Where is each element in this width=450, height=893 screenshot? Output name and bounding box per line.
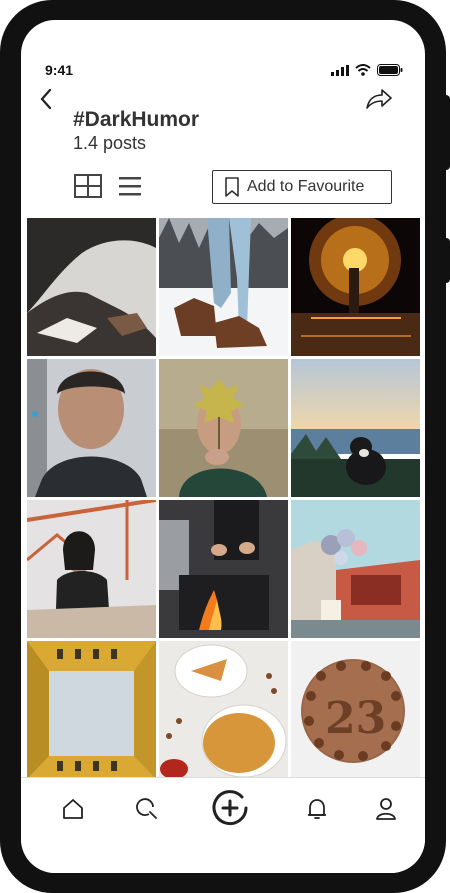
home-icon — [63, 799, 83, 819]
status-bar: 9:41 — [21, 62, 425, 78]
list-icon — [119, 177, 141, 196]
profile-icon — [376, 798, 396, 820]
hashtag-title: #DarkHumor — [73, 108, 200, 131]
post-tile[interactable] — [159, 218, 288, 356]
screen: 9:41 #DarkHumor 1.4 posts Add to Favouri… — [21, 20, 425, 873]
battery-icon — [377, 64, 403, 76]
list-view-toggle[interactable] — [118, 174, 142, 198]
status-time: 9:41 — [45, 62, 74, 78]
wifi-icon — [355, 64, 371, 76]
post-tile[interactable] — [159, 641, 288, 779]
nav-home[interactable] — [57, 793, 89, 825]
nav-profile[interactable] — [370, 793, 402, 825]
notification-bell-icon — [308, 799, 326, 819]
post-tile[interactable] — [27, 359, 156, 497]
grid-icon — [74, 174, 102, 198]
search-icon — [136, 798, 157, 819]
back-button[interactable] — [39, 88, 53, 115]
share-arrow-icon — [366, 89, 392, 109]
bottom-navigation — [21, 777, 425, 873]
nav-search[interactable] — [131, 793, 163, 825]
post-tile[interactable] — [291, 359, 420, 497]
side-button-bottom — [442, 238, 450, 283]
post-tile[interactable]: 23 — [291, 641, 420, 779]
favourite-label: Add to Favourite — [247, 178, 365, 195]
post-tile[interactable] — [159, 500, 288, 638]
post-tile[interactable] — [27, 641, 156, 779]
grid-view-toggle[interactable] — [74, 174, 102, 198]
side-button-top — [442, 95, 450, 170]
nav-add-post[interactable] — [208, 786, 252, 830]
post-tile[interactable] — [159, 359, 288, 497]
post-tile[interactable] — [27, 500, 156, 638]
bookmark-icon — [225, 177, 239, 197]
svg-text:23: 23 — [325, 693, 386, 744]
signal-icon — [331, 64, 349, 76]
posts-count: 1.4 posts — [73, 133, 147, 153]
nav-notifications[interactable] — [301, 793, 333, 825]
chevron-left-icon — [40, 88, 52, 110]
add-post-icon — [212, 790, 248, 826]
share-button[interactable] — [365, 88, 393, 115]
post-tile[interactable] — [291, 218, 420, 356]
post-tile[interactable] — [291, 500, 420, 638]
post-grid: 23 — [27, 218, 420, 781]
post-tile[interactable] — [27, 218, 156, 356]
add-to-favourite-button[interactable]: Add to Favourite — [212, 170, 392, 204]
